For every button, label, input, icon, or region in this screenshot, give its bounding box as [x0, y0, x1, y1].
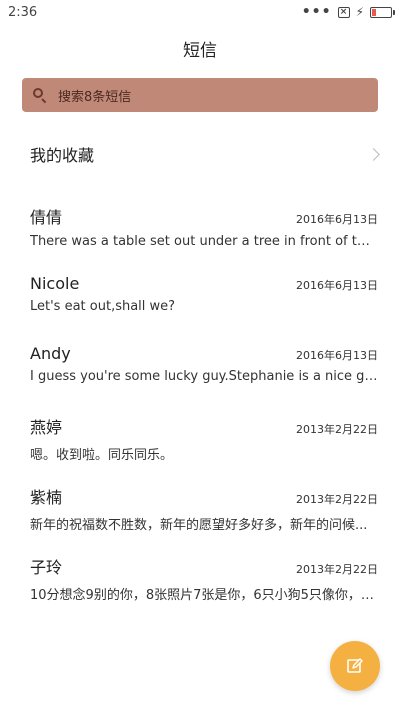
- contact-name: Andy: [30, 344, 71, 363]
- compose-icon: [347, 658, 363, 673]
- search-placeholder: 搜索8条短信: [58, 89, 132, 105]
- status-icons: ••• × ⚡: [301, 4, 395, 20]
- search-icon: [32, 87, 48, 104]
- status-bar: 2:36 ••• × ⚡: [0, 0, 400, 24]
- message-preview: 新年的祝福数不胜数，新年的愿望好多好多，新年的问候...: [30, 518, 368, 533]
- message-preview: Let's eat out,shall we?: [30, 299, 176, 314]
- favorites-label: 我的收藏: [30, 146, 95, 165]
- message-date: 2016年6月13日: [296, 279, 378, 292]
- charging-icon: ⚡: [355, 5, 364, 19]
- status-time: 2:36: [8, 4, 38, 20]
- messages-screen: 2:36 ••• × ⚡ 短信 搜索8条短信 我的收藏 倩倩 2016年6月13…: [0, 0, 400, 711]
- contact-name: 子玲: [30, 558, 63, 577]
- message-preview: 嗯。收到啦。同乐同乐。: [30, 448, 174, 463]
- search-bar[interactable]: 搜索8条短信: [22, 78, 378, 112]
- list-item[interactable]: Andy 2016年6月13日 I guess you're some luck…: [0, 340, 400, 410]
- message-date: 2013年2月22日: [296, 493, 378, 506]
- page-title: 短信: [183, 41, 217, 61]
- contact-name: 紫楠: [30, 488, 63, 507]
- list-item[interactable]: 倩倩 2016年6月13日 There was a table set out …: [0, 200, 400, 270]
- favorites-row[interactable]: 我的收藏: [0, 136, 400, 172]
- contact-name: 倩倩: [30, 208, 63, 227]
- message-date: 2013年2月22日: [296, 563, 378, 576]
- message-list: 倩倩 2016年6月13日 There was a table set out …: [0, 200, 400, 620]
- list-item[interactable]: 子玲 2013年2月22日 10分想念9别的你，8张照片7张是你，6只小狗5只像…: [0, 550, 400, 620]
- list-item[interactable]: 燕婷 2013年2月22日 嗯。收到啦。同乐同乐。: [0, 410, 400, 480]
- chevron-right-icon: [367, 147, 380, 161]
- message-preview: There was a table set out under a tree i…: [30, 234, 378, 249]
- message-date: 2016年6月13日: [296, 213, 378, 226]
- list-item[interactable]: 紫楠 2013年2月22日 新年的祝福数不胜数，新年的愿望好多好多，新年的问候.…: [0, 480, 400, 550]
- message-date: 2013年2月22日: [296, 423, 378, 436]
- contact-name: 燕婷: [30, 418, 63, 437]
- no-sim-icon: ×: [337, 6, 350, 18]
- message-date: 2016年6月13日: [296, 349, 378, 362]
- battery-icon: [370, 6, 395, 18]
- compose-button[interactable]: [330, 641, 380, 691]
- message-preview: I guess you're some lucky guy.Stephanie …: [30, 369, 378, 384]
- contact-name: Nicole: [30, 274, 80, 293]
- list-item[interactable]: Nicole 2016年6月13日 Let's eat out,shall we…: [0, 270, 400, 340]
- more-dots-icon: •••: [301, 4, 332, 20]
- message-preview: 10分想念9别的你，8张照片7张是你，6只小狗5只像你，4...: [30, 588, 378, 603]
